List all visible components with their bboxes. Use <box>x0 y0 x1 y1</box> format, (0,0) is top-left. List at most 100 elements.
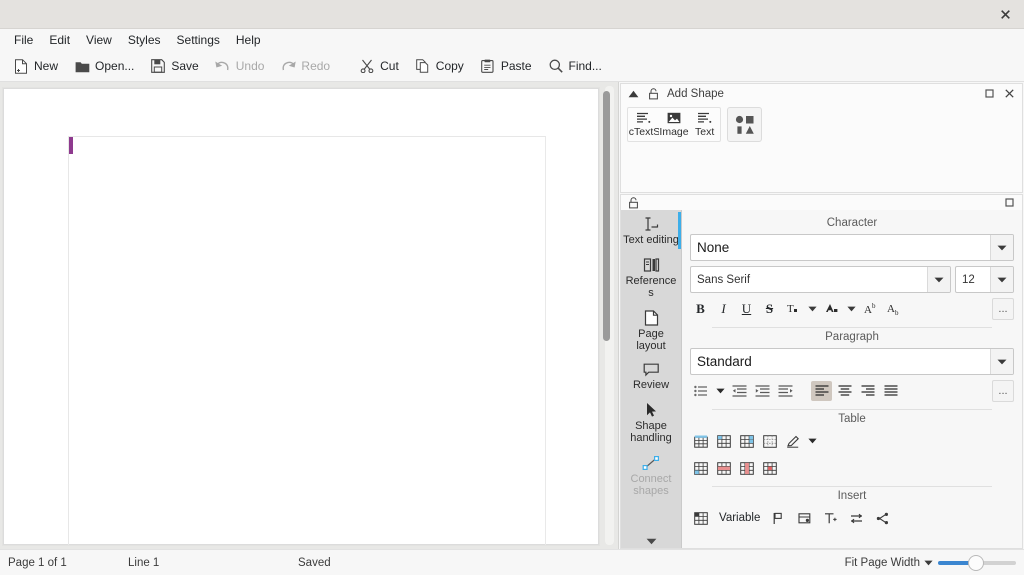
highlight-color-dropdown[interactable] <box>844 299 858 319</box>
insert-text-button[interactable] <box>820 508 841 528</box>
shape-button-text[interactable]: Text <box>689 108 720 141</box>
basic-shapes-gallery-button[interactable] <box>727 107 762 142</box>
menu-view[interactable]: View <box>78 30 120 50</box>
highlight-color-button[interactable] <box>821 299 842 319</box>
insert-column-left-button[interactable] <box>736 431 757 451</box>
subscript-button[interactable]: A b <box>883 299 904 319</box>
add-shape-dock-header: Add Shape <box>621 84 1022 103</box>
indent-more-button[interactable] <box>775 381 796 401</box>
character-more-button[interactable]: ... <box>992 298 1014 320</box>
table-section-title: Table <box>690 413 1014 425</box>
insert-row-above-button[interactable] <box>713 431 734 451</box>
undock-square-icon[interactable] <box>1003 196 1016 209</box>
menu-edit[interactable]: Edit <box>41 30 78 50</box>
font-size-combo[interactable]: 12 <box>955 266 1014 293</box>
tab-shape-handling[interactable]: Shape handling <box>621 396 681 449</box>
toolbar-redo-button[interactable]: Redo <box>273 55 337 77</box>
shape-button-image[interactable]: Image <box>659 108 690 141</box>
properties-body: Text editing Referen <box>621 210 1022 548</box>
table-border-dropdown[interactable] <box>805 431 819 451</box>
close-window-button[interactable] <box>992 4 1018 24</box>
canvas-scrollbar-track[interactable] <box>605 86 614 545</box>
add-shape-dock-body: icTextS Image <box>621 103 1022 192</box>
superscript-button[interactable]: A b <box>860 299 881 319</box>
insert-table-button[interactable] <box>690 431 711 451</box>
decrease-indent-button[interactable] <box>729 381 750 401</box>
text-color-dropdown[interactable] <box>805 299 819 319</box>
insert-table-button[interactable] <box>690 508 711 528</box>
align-left-button[interactable] <box>811 381 832 401</box>
menu-help[interactable]: Help <box>228 30 269 50</box>
toolbar-undo-button[interactable]: Undo <box>208 55 272 77</box>
bold-button[interactable]: B <box>690 299 711 319</box>
page-icon <box>644 310 659 326</box>
toolbar-open-button[interactable]: Open... <box>67 55 141 77</box>
insert-link-button[interactable] <box>872 508 893 528</box>
zoom-mode-dropdown[interactable]: Fit Page Width <box>845 557 933 569</box>
undock-square-icon[interactable] <box>983 87 996 100</box>
insert-frame-button[interactable] <box>794 508 815 528</box>
toolbar-cut-label: Cut <box>380 59 399 73</box>
document-canvas[interactable] <box>0 82 619 549</box>
text-color-button[interactable]: T <box>782 299 803 319</box>
table-border-pen-button[interactable] <box>782 431 803 451</box>
chevron-down-icon[interactable] <box>990 235 1013 260</box>
chevron-down-icon[interactable] <box>927 267 950 292</box>
tab-text-editing[interactable]: Text editing <box>621 210 681 251</box>
tab-strip-scroll-down-button[interactable] <box>621 535 681 548</box>
padlock-icon[interactable] <box>647 87 660 100</box>
chevron-down-icon[interactable] <box>990 267 1013 292</box>
strikethrough-button[interactable]: S <box>759 299 780 319</box>
insert-section-title: Insert <box>690 490 1014 502</box>
align-right-button[interactable] <box>857 381 878 401</box>
main-body: Add Shape <box>0 82 1024 549</box>
toolbar-paste-button[interactable]: Paste <box>473 55 539 77</box>
menu-styles[interactable]: Styles <box>120 30 169 50</box>
tab-connect-shapes[interactable]: Connect shapes <box>621 449 681 502</box>
delete-row-button[interactable] <box>713 458 734 478</box>
font-family-combo[interactable]: Sans Serif <box>690 266 951 293</box>
list-style-button[interactable] <box>690 381 711 401</box>
insert-variable-button[interactable]: Variable <box>716 512 763 524</box>
insert-bookmark-button[interactable] <box>768 508 789 528</box>
menu-file[interactable]: File <box>6 30 41 50</box>
toolbar-new-button[interactable]: New <box>6 55 65 77</box>
character-style-combo[interactable]: None <box>690 234 1014 261</box>
list-style-dropdown[interactable] <box>713 381 727 401</box>
delete-column-button[interactable] <box>736 458 757 478</box>
triangle-up-icon[interactable] <box>627 87 640 100</box>
insert-special-char-button[interactable] <box>846 508 867 528</box>
toolbar-cut-button[interactable]: Cut <box>352 55 406 77</box>
paragraph-style-combo[interactable]: Standard <box>690 348 1014 375</box>
tab-review[interactable]: Review <box>621 357 681 396</box>
toolbar-save-button[interactable]: Save <box>143 55 205 77</box>
align-center-button[interactable] <box>834 381 855 401</box>
highlight-color-icon <box>825 302 839 316</box>
shape-button-text-shape[interactable]: icTextS <box>628 108 659 141</box>
toolbar-copy-button[interactable]: Copy <box>408 55 471 77</box>
align-justify-button[interactable] <box>880 381 901 401</box>
zoom-slider-handle[interactable] <box>968 555 984 571</box>
text-frame[interactable] <box>68 136 546 545</box>
svg-text:A: A <box>864 304 872 316</box>
tab-page-layout[interactable]: Page layout <box>621 304 681 357</box>
zoom-slider[interactable] <box>938 556 1016 570</box>
italic-button[interactable]: I <box>713 299 734 319</box>
padlock-icon[interactable] <box>627 196 640 209</box>
delete-table-button[interactable] <box>759 458 780 478</box>
close-icon[interactable] <box>1003 87 1016 100</box>
delete-column-icon <box>740 462 754 475</box>
document-page[interactable] <box>3 88 599 545</box>
canvas-scrollbar-thumb[interactable] <box>603 91 610 341</box>
insert-row-below-button[interactable] <box>690 458 711 478</box>
underline-button[interactable]: U <box>736 299 757 319</box>
merge-cells-button[interactable] <box>759 431 780 451</box>
increase-indent-button[interactable] <box>752 381 773 401</box>
folder-open-icon <box>74 58 90 74</box>
paragraph-more-button[interactable]: ... <box>992 380 1014 402</box>
close-icon <box>1001 10 1010 19</box>
menu-settings[interactable]: Settings <box>169 30 228 50</box>
tab-references[interactable]: References <box>621 251 681 304</box>
chevron-down-icon[interactable] <box>990 349 1013 374</box>
toolbar-find-button[interactable]: Find... <box>541 55 609 77</box>
